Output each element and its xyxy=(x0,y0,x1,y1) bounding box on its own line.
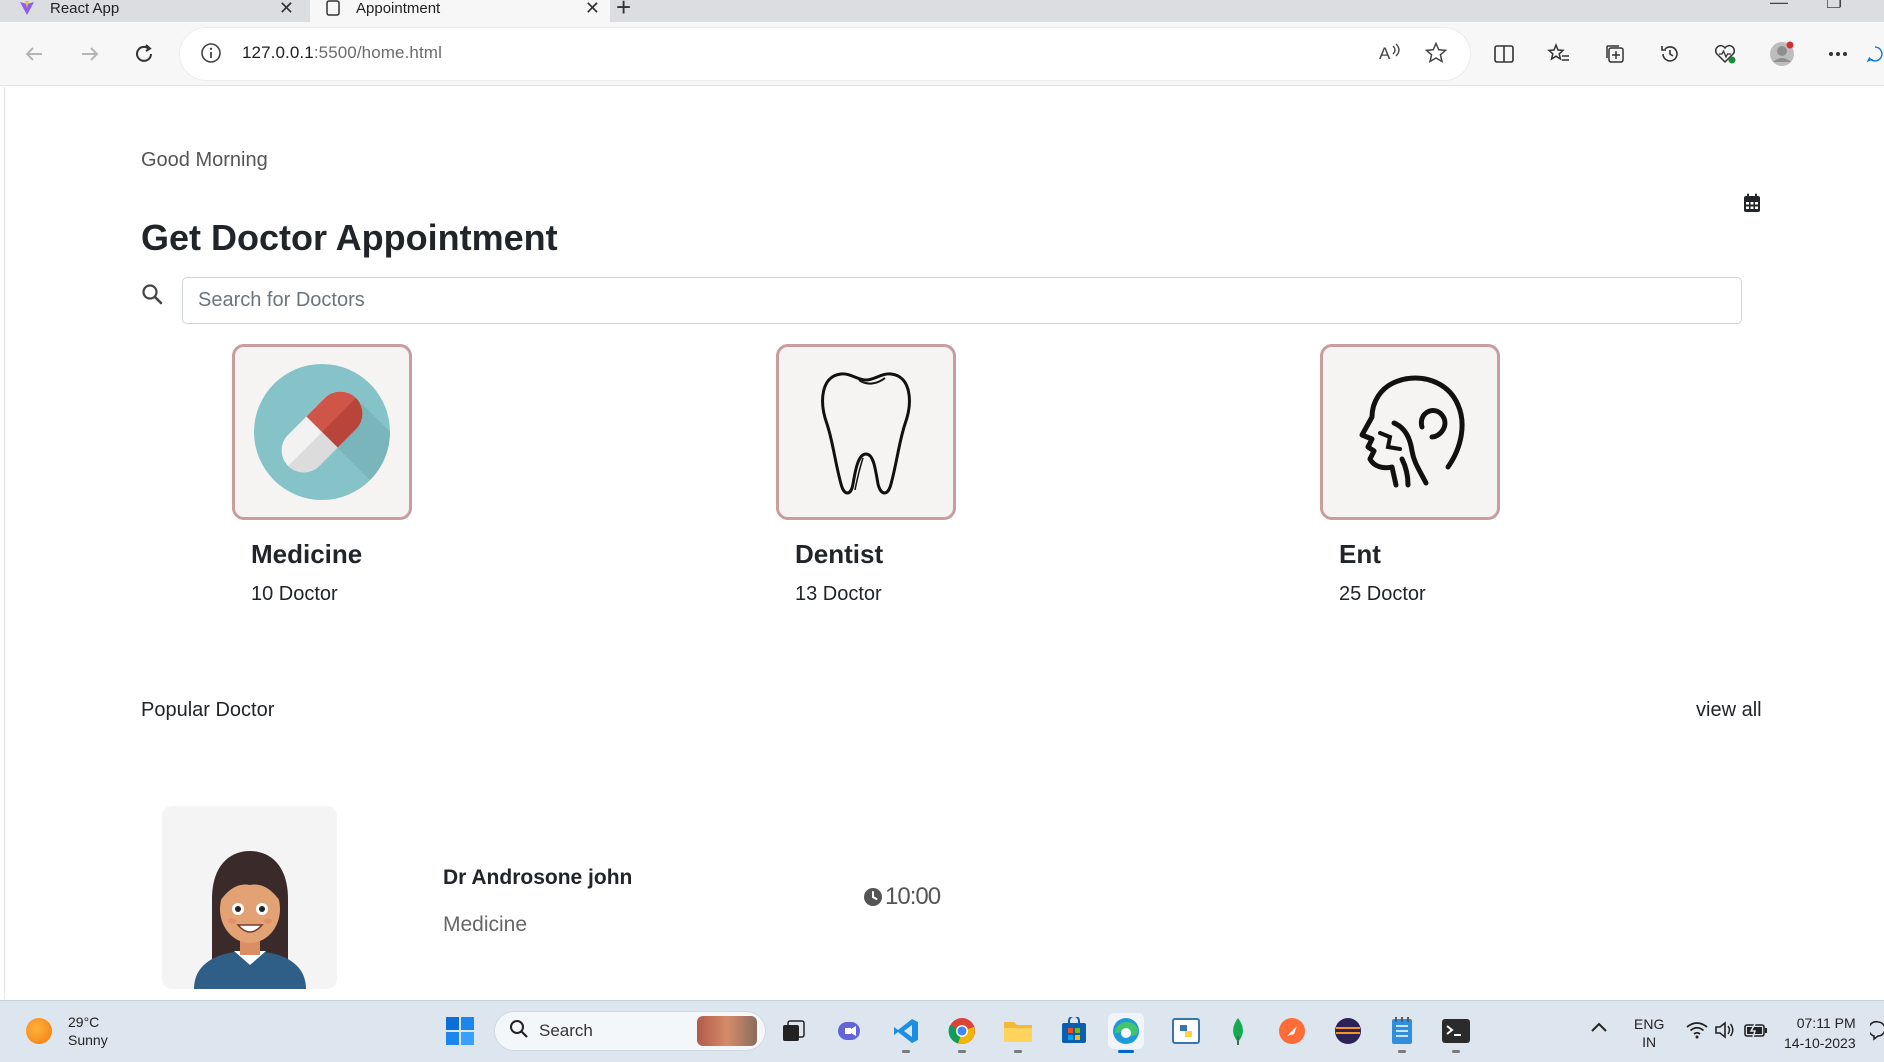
tooth-icon xyxy=(821,372,911,495)
calendar-icon[interactable] xyxy=(1743,193,1761,218)
wifi-icon[interactable] xyxy=(1686,1021,1708,1043)
category-name: Medicine xyxy=(251,539,363,569)
doctor-portrait-icon xyxy=(193,851,306,989)
sun-icon xyxy=(26,1018,52,1044)
clock-date: 14-10-2023 xyxy=(1784,1035,1856,1051)
taskbar-search-box[interactable]: Search xyxy=(494,1011,766,1051)
ent-head-icon xyxy=(1359,375,1465,488)
more-options-icon[interactable] xyxy=(1822,38,1854,70)
category-card[interactable] xyxy=(232,344,412,520)
doctor-time-slot[interactable]: 10:00 xyxy=(863,883,941,911)
doctor-specialty: Medicine xyxy=(443,913,528,936)
split-screen-icon[interactable] xyxy=(1488,38,1520,70)
address-bar[interactable]: 127.0.0.1:5500/home.html A xyxy=(180,28,1470,80)
read-aloud-icon[interactable]: A xyxy=(1378,41,1404,70)
profile-avatar[interactable] xyxy=(1766,38,1798,70)
category-card[interactable] xyxy=(776,344,956,520)
new-tab-icon[interactable]: + xyxy=(616,0,631,23)
favorite-star-icon[interactable] xyxy=(1424,41,1448,70)
close-tab-icon[interactable]: ✕ xyxy=(585,0,600,19)
browser-tab-strip: React App ✕ Appointment ✕ + — ❐ xyxy=(0,0,1884,22)
terminal-icon[interactable] xyxy=(1438,1013,1474,1053)
windows-taskbar: 29°C Sunny Search ENG IN 07:11 PM 14-10-… xyxy=(0,1000,1884,1062)
battery-icon[interactable] xyxy=(1744,1021,1768,1043)
search-icon xyxy=(141,283,163,310)
vite-logo-icon xyxy=(18,0,36,17)
close-tab-icon[interactable]: ✕ xyxy=(279,0,294,19)
microsoft-store-icon[interactable] xyxy=(1056,1013,1092,1049)
collections-icon[interactable] xyxy=(1599,38,1631,70)
tab-label: React App xyxy=(50,0,120,17)
notifications-icon[interactable] xyxy=(1867,1019,1884,1045)
favorites-icon[interactable] xyxy=(1543,38,1575,70)
category-name: Ent xyxy=(1339,539,1381,569)
taskbar-search-label: Search xyxy=(539,1021,593,1040)
browser-toolbar: 127.0.0.1:5500/home.html A xyxy=(0,22,1884,86)
eclipse-icon[interactable] xyxy=(1330,1013,1366,1049)
language-indicator[interactable]: ENG IN xyxy=(1634,1015,1664,1051)
clock-icon xyxy=(864,888,882,906)
start-menu-icon[interactable] xyxy=(442,1013,478,1049)
site-info-icon[interactable] xyxy=(200,42,222,69)
copilot-icon[interactable] xyxy=(1866,38,1884,70)
doctor-name: Dr Androsone john xyxy=(443,866,633,889)
show-hidden-icons-icon[interactable] xyxy=(1590,1019,1608,1037)
back-icon[interactable] xyxy=(18,38,50,70)
tab-label: Appointment xyxy=(356,0,441,17)
doctor-avatar[interactable] xyxy=(162,806,337,989)
forward-icon[interactable] xyxy=(74,38,106,70)
pill-icon xyxy=(254,364,390,500)
weather-widget[interactable]: 29°C Sunny xyxy=(26,1013,108,1049)
restore-icon[interactable]: ❐ xyxy=(1826,0,1842,13)
page-icon xyxy=(324,0,342,17)
edge-browser-icon[interactable] xyxy=(1108,1013,1144,1053)
category-doctor-count: 13 Doctor xyxy=(795,583,882,605)
greeting-text: Good Morning xyxy=(141,149,268,171)
page-content: Good Morning Get Doctor Appointment Medi… xyxy=(4,87,1884,999)
url-text[interactable]: 127.0.0.1:5500/home.html xyxy=(242,43,442,63)
weather-description: Sunny xyxy=(68,1032,108,1048)
teams-chat-icon[interactable] xyxy=(832,1013,868,1049)
doctor-search-input[interactable] xyxy=(182,277,1742,324)
view-all-link[interactable]: view all xyxy=(1696,699,1762,722)
category-card[interactable] xyxy=(1320,344,1500,520)
refresh-icon[interactable] xyxy=(128,38,160,70)
tab-appointment[interactable]: Appointment ✕ xyxy=(310,0,610,22)
search-icon xyxy=(509,1019,529,1044)
svg-text:A: A xyxy=(1379,44,1391,63)
language-code: ENG xyxy=(1634,1016,1665,1032)
category-doctor-count: 25 Doctor xyxy=(1339,583,1426,605)
browser-essentials-icon[interactable] xyxy=(1709,38,1741,70)
category-name: Dentist xyxy=(795,539,884,569)
tab-react-app[interactable]: React App ✕ xyxy=(4,0,304,22)
search-highlight-image xyxy=(697,1016,757,1046)
volume-icon[interactable] xyxy=(1714,1021,1736,1043)
mongodb-icon[interactable] xyxy=(1220,1013,1256,1049)
notepad-icon[interactable] xyxy=(1384,1013,1420,1053)
postman-icon[interactable] xyxy=(1274,1013,1310,1049)
history-icon[interactable] xyxy=(1654,38,1686,70)
vscode-icon[interactable] xyxy=(888,1013,924,1053)
python-idle-icon[interactable] xyxy=(1168,1013,1204,1049)
region-code: IN xyxy=(1642,1034,1657,1050)
task-view-icon[interactable] xyxy=(776,1013,812,1049)
popular-doctor-heading: Popular Doctor xyxy=(141,699,275,721)
weather-temperature: 29°C xyxy=(68,1014,100,1030)
page-title: Get Doctor Appointment xyxy=(141,217,558,258)
chrome-icon[interactable] xyxy=(944,1013,980,1053)
system-clock[interactable]: 07:11 PM 14-10-2023 xyxy=(1784,1013,1856,1053)
minimize-icon[interactable]: — xyxy=(1770,0,1788,13)
clock-time: 07:11 PM xyxy=(1796,1015,1856,1031)
category-doctor-count: 10 Doctor xyxy=(251,583,338,605)
doctor-time-text: 10:00 xyxy=(885,883,941,910)
file-explorer-icon[interactable] xyxy=(1000,1013,1036,1053)
